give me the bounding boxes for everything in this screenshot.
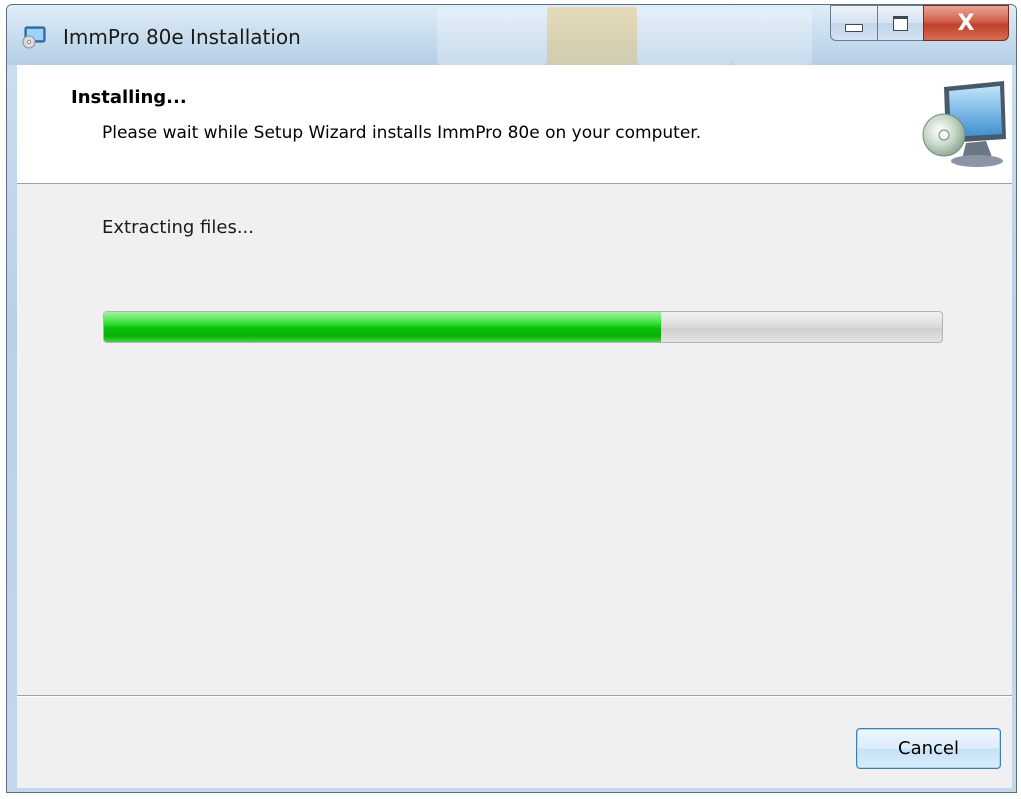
- caption-buttons: X: [830, 5, 1009, 43]
- wizard-content: Installing... Please wait while Setup Wi…: [17, 65, 1012, 788]
- page-subtitle: Please wait while Setup Wizard installs …: [102, 123, 702, 143]
- progress-bar: [103, 311, 943, 343]
- window-title: ImmPro 80e Installation: [63, 25, 301, 49]
- page-title: Installing...: [71, 87, 187, 108]
- wizard-header: Installing... Please wait while Setup Wi…: [17, 65, 1012, 184]
- maximize-button[interactable]: [877, 5, 923, 41]
- footer-divider: [17, 695, 1012, 697]
- close-button[interactable]: X: [923, 5, 1009, 41]
- cancel-button[interactable]: Cancel: [856, 728, 1001, 769]
- status-text: Extracting files...: [102, 217, 254, 238]
- title-bar[interactable]: ImmPro 80e Installation X: [7, 5, 1016, 65]
- computer-cd-icon: [922, 81, 1006, 167]
- maximize-icon: [893, 15, 908, 31]
- installer-window: ImmPro 80e Installation X Installing... …: [6, 4, 1017, 793]
- close-icon: X: [957, 10, 975, 36]
- minimize-icon: [845, 24, 863, 32]
- installer-icon: [22, 26, 46, 49]
- minimize-button[interactable]: [830, 5, 877, 41]
- progress-fill: [104, 312, 662, 342]
